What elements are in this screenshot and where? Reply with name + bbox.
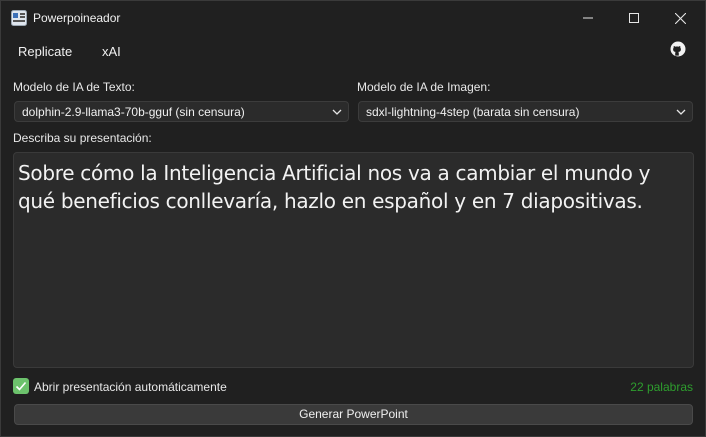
- chevron-down-icon: [332, 109, 342, 115]
- auto-open-checkbox[interactable]: [13, 378, 29, 394]
- text-model-value: dolphin-2.9-llama3-70b-gguf (sin censura…: [22, 105, 245, 119]
- menu-bar: Replicate xAI: [1, 38, 705, 64]
- minimize-button[interactable]: [565, 1, 611, 35]
- auto-open-label[interactable]: Abrir presentación automáticamente: [34, 380, 227, 394]
- window-title: Powerpoineador: [33, 11, 121, 25]
- generate-powerpoint-button[interactable]: Generar PowerPoint: [14, 404, 693, 425]
- maximize-button[interactable]: [611, 1, 657, 35]
- github-icon[interactable]: [670, 41, 686, 57]
- app-icon: [11, 10, 27, 26]
- menu-item-replicate[interactable]: Replicate: [18, 44, 72, 59]
- menu-item-xai[interactable]: xAI: [102, 44, 121, 59]
- check-icon: [15, 381, 27, 391]
- image-model-select[interactable]: sdxl-lightning-4step (barata sin censura…: [358, 101, 693, 122]
- chevron-down-icon: [676, 109, 686, 115]
- description-label: Describa su presentación:: [13, 131, 152, 145]
- maximize-icon: [629, 13, 639, 23]
- description-textarea[interactable]: Sobre cómo la Inteligencia Artificial no…: [13, 152, 694, 368]
- close-button[interactable]: [657, 1, 703, 35]
- minimize-icon: [583, 17, 593, 19]
- text-model-label: Modelo de IA de Texto:: [13, 80, 135, 94]
- title-bar[interactable]: Powerpoineador: [1, 1, 705, 35]
- image-model-label: Modelo de IA de Imagen:: [357, 80, 491, 94]
- text-model-select[interactable]: dolphin-2.9-llama3-70b-gguf (sin censura…: [14, 101, 349, 122]
- image-model-value: sdxl-lightning-4step (barata sin censura…: [366, 105, 580, 119]
- close-icon: [674, 12, 686, 24]
- app-window: Powerpoineador Replicate xAI Modelo de I…: [0, 0, 706, 437]
- word-count: 22 palabras: [630, 380, 693, 394]
